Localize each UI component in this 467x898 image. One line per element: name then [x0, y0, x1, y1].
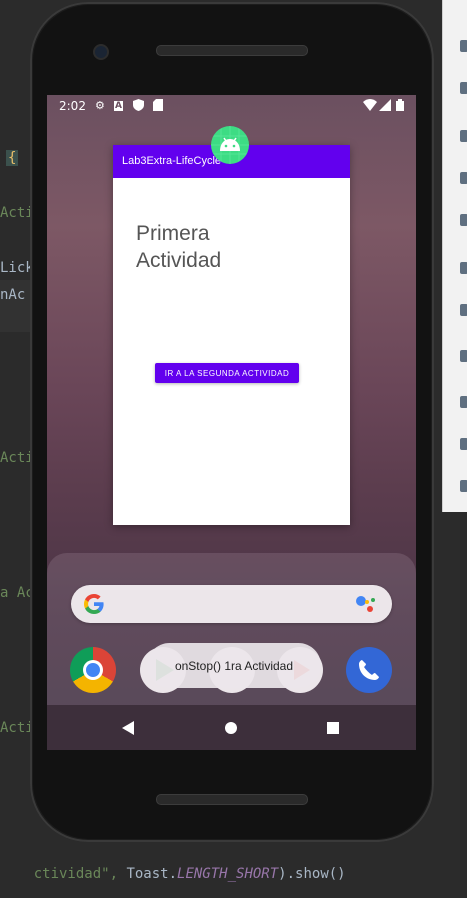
signal-icon: [379, 99, 391, 114]
toast-message: onStop() 1ra Actividad: [147, 643, 321, 688]
tool-icon[interactable]: [460, 40, 467, 52]
home-icon[interactable]: [225, 722, 237, 734]
status-time: 2:02: [59, 99, 86, 113]
shield-icon: [133, 99, 144, 114]
status-bar: 2:02 ⚙ A: [47, 95, 416, 117]
chrome-icon[interactable]: [70, 647, 116, 693]
code-fragment: {: [6, 150, 19, 166]
google-search-bar[interactable]: [71, 585, 392, 623]
code-fragment: Acti: [0, 450, 34, 466]
tool-icon[interactable]: [460, 262, 467, 274]
font-icon: A: [114, 101, 123, 111]
tool-icon[interactable]: [460, 480, 467, 492]
app-title: Lab3Extra-LifeCycle: [122, 155, 222, 167]
google-assistant-icon[interactable]: [355, 594, 377, 614]
code-fragment: a Ac: [0, 585, 34, 601]
settings-icon: ⚙: [95, 99, 105, 112]
tool-icon[interactable]: [460, 396, 467, 408]
navigation-bar: [47, 705, 416, 750]
tool-icon[interactable]: [460, 438, 467, 450]
code-fragment: Acti: [0, 720, 34, 736]
tool-icon[interactable]: [460, 214, 467, 226]
code-fragment: Lick: [0, 260, 34, 276]
google-logo-icon: [84, 594, 104, 614]
front-camera: [93, 44, 109, 60]
app-window[interactable]: Lab3Extra-LifeCycle Primera Actividad IR…: [113, 145, 350, 525]
tool-icon[interactable]: [460, 130, 467, 142]
phone-icon[interactable]: [346, 647, 392, 693]
android-app-icon[interactable]: [211, 126, 249, 164]
tool-icon[interactable]: [460, 350, 467, 362]
wifi-icon: [363, 99, 377, 114]
code-fragment: nAc: [0, 287, 26, 303]
ide-tool-window-bar[interactable]: [442, 0, 467, 512]
tool-icon[interactable]: [460, 172, 467, 184]
sd-card-icon: [153, 99, 163, 114]
tool-icon[interactable]: [460, 304, 467, 316]
back-icon[interactable]: [122, 721, 134, 735]
tool-icon[interactable]: [460, 82, 467, 94]
earpiece-speaker: [156, 45, 308, 56]
page-title: Primera Actividad: [136, 222, 222, 272]
go-to-second-activity-button[interactable]: IR A LA SEGUNDA ACTIVIDAD: [155, 363, 299, 383]
recent-apps-icon[interactable]: [327, 722, 339, 734]
emulator-screen[interactable]: 2:02 ⚙ A Lab3Extra-LifeCycle Primera Act…: [47, 95, 416, 750]
battery-icon: [396, 99, 404, 114]
bottom-speaker: [156, 794, 308, 805]
code-fragment: Acti: [0, 205, 34, 221]
